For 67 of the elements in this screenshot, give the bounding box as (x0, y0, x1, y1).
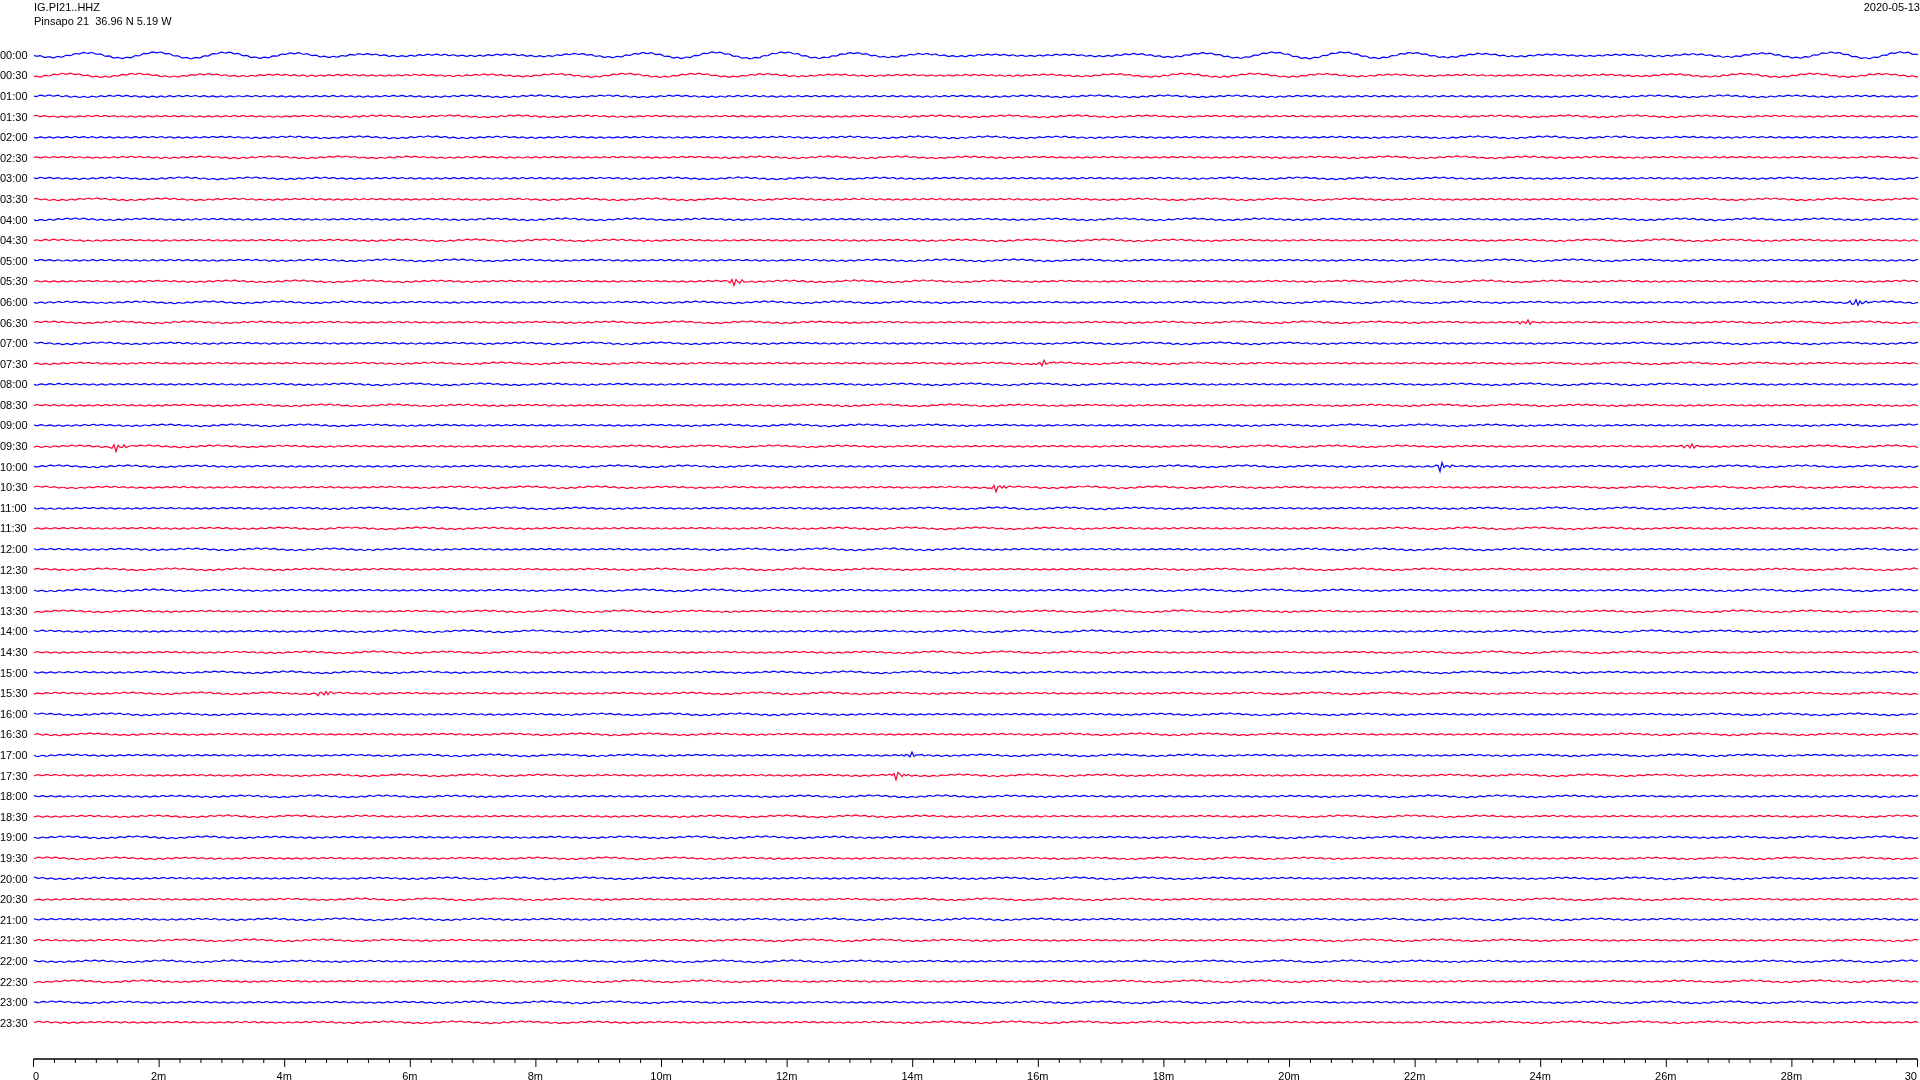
time-label: 23:00 (0, 996, 29, 1009)
time-label: 16:30 (0, 728, 29, 741)
time-label: 12:30 (0, 563, 29, 576)
time-label: 11:30 (0, 522, 28, 535)
tick-label: 14m (901, 1070, 923, 1080)
time-label: 20:00 (0, 872, 29, 885)
time-label: 00:30 (0, 69, 29, 82)
time-label: 16:00 (0, 707, 29, 720)
tick-label: 0 (33, 1070, 40, 1080)
station-code: IG.PI21..HHZ (34, 0, 102, 14)
tick-label: 24m (1529, 1070, 1551, 1080)
time-label: 13:30 (0, 604, 29, 617)
time-label: 09:00 (0, 419, 29, 432)
time-label: 19:30 (0, 851, 29, 864)
time-label: 03:30 (0, 192, 29, 205)
time-label: 22:30 (0, 975, 29, 988)
time-label: 05:30 (0, 275, 29, 288)
time-label: 04:00 (0, 213, 29, 226)
date-label: 2020-05-13 (1863, 0, 1920, 14)
time-label: 12:00 (0, 543, 29, 556)
tick-label: 22m (1403, 1070, 1426, 1080)
tick-label: 2m (150, 1070, 167, 1080)
time-label: 05:00 (0, 254, 29, 267)
time-label: 15:00 (0, 666, 29, 679)
time-label: 13:00 (0, 584, 29, 597)
time-label: 14:30 (0, 646, 29, 658)
tick-label: 12m (775, 1070, 798, 1080)
time-label: 09:30 (0, 440, 29, 453)
tick-label: 4m (276, 1070, 292, 1080)
tick-label: 18m (1152, 1070, 1175, 1080)
time-label: 21:30 (0, 934, 29, 947)
time-label: 02:00 (0, 131, 29, 144)
time-label: 17:00 (0, 749, 29, 761)
time-label: 02:30 (0, 151, 29, 164)
time-label: 18:30 (0, 810, 29, 823)
tick-label: 6m (402, 1070, 418, 1080)
time-label: 08:30 (0, 398, 29, 411)
time-label: 06:00 (0, 295, 29, 308)
time-label: 10:30 (0, 481, 29, 494)
time-label: 01:00 (0, 90, 29, 102)
time-label: 01:30 (0, 110, 29, 123)
tick-label: 20m (1278, 1070, 1300, 1080)
tick-label: 8m (527, 1070, 544, 1080)
tick-label: 10m (650, 1070, 672, 1080)
time-label: 00:00 (0, 48, 29, 61)
time-label: 10:00 (0, 460, 29, 473)
tick-label: 28m (1780, 1070, 1803, 1080)
time-label: 17:30 (0, 769, 29, 782)
time-label: 23:30 (0, 1016, 29, 1029)
tick-label: 26m (1655, 1070, 1677, 1080)
time-label: 15:30 (0, 687, 29, 700)
time-label: 11:00 (0, 501, 28, 514)
time-label: 20:30 (0, 893, 29, 906)
time-label: 22:00 (0, 954, 29, 967)
tick-label: 16m (1027, 1070, 1049, 1080)
time-label: 18:00 (0, 790, 29, 803)
station-info: Pinsapo 21 36.96 N 5.19 W (34, 14, 172, 28)
time-label: 04:30 (0, 234, 29, 247)
time-label: 14:00 (0, 625, 29, 638)
time-label: 07:00 (0, 337, 29, 350)
time-label: 06:30 (0, 316, 29, 329)
time-label: 07:30 (0, 357, 29, 370)
time-label: 08:00 (0, 378, 29, 391)
tick-label: 30 (1904, 1070, 1917, 1080)
time-label: 21:00 (0, 913, 29, 926)
time-label: 19:00 (0, 831, 29, 844)
time-label: 03:00 (0, 172, 29, 185)
